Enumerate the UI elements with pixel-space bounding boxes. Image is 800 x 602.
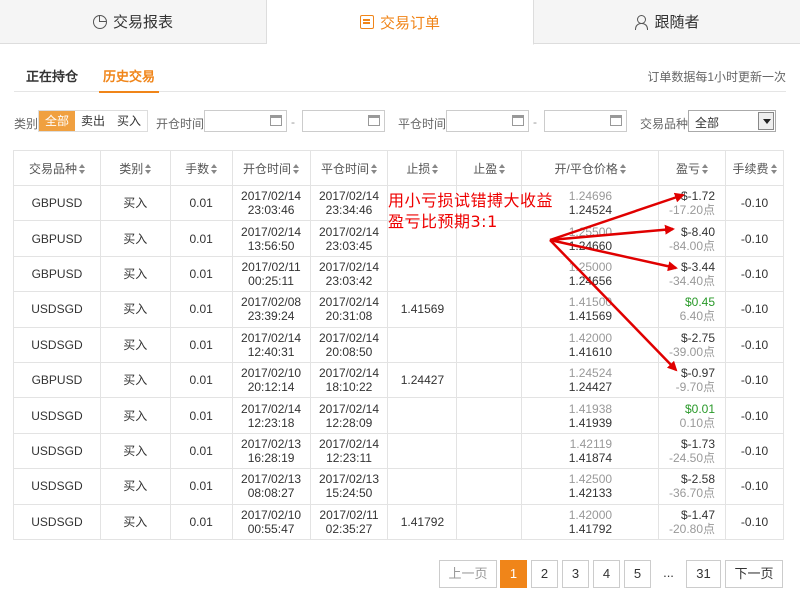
arrow-to-row-3	[549, 238, 678, 272]
annotation-arrows	[549, 192, 685, 372]
arrow-to-row-6	[549, 239, 678, 372]
